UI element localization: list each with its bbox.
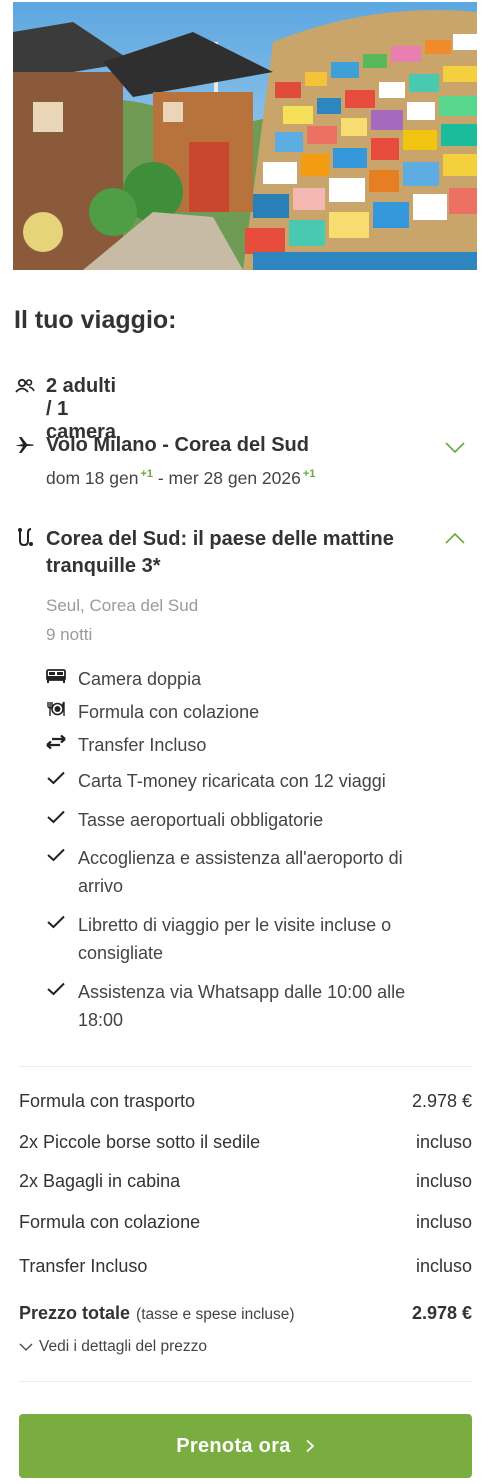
trip-heading: Il tuo viaggio: [14, 306, 177, 334]
price-value: incluso [415, 1132, 472, 1152]
inclusion-label: Tasse aeroportuali obbligatorie [78, 810, 324, 830]
price-details-label: Vedi i dettagli del prezzo [39, 1338, 208, 1355]
price-label: Formula con colazione [19, 1212, 201, 1232]
price-value: incluso [415, 1212, 472, 1232]
total-label: Prezzo totale [19, 1303, 131, 1323]
price-label: 2x Bagagli in cabina [19, 1171, 181, 1191]
depart-date: dom 18 gen [46, 468, 139, 488]
inclusion-label: Assistenza via Whatsapp dalle 10:00 alle… [78, 982, 406, 1030]
price-value: incluso [415, 1171, 472, 1191]
price-value: incluso [415, 1256, 472, 1276]
check-icon [46, 846, 66, 864]
chevron-down-icon[interactable] [444, 436, 466, 458]
check-icon [46, 980, 66, 998]
transfer-icon [46, 733, 66, 751]
hero-korea-village-image [13, 2, 477, 270]
meal-icon [46, 700, 66, 718]
check-icon [46, 913, 66, 931]
price-label: Transfer Incluso [19, 1256, 148, 1276]
divider [19, 1066, 472, 1067]
depart-plus-day: +1 [140, 468, 153, 481]
price-row: 2x Piccole borse sotto il sedile incluso [19, 1132, 472, 1153]
total-label-group: Prezzo totale (tasse e spese incluse) [19, 1303, 295, 1324]
price-details-link[interactable]: Vedi i dettagli del prezzo [19, 1338, 207, 1356]
total-price-row: Prezzo totale (tasse e spese incluse) 2.9… [19, 1303, 472, 1324]
chevron-down-icon [19, 1343, 33, 1351]
inclusion-label: Libretto di viaggio per le visite inclus… [78, 915, 392, 963]
price-label: Formula con trasporto [19, 1091, 196, 1111]
inclusion-label: Formula con colazione [78, 702, 260, 722]
book-now-label: Prenota ora [176, 1434, 291, 1457]
return-plus-day: +1 [302, 468, 316, 481]
inclusion-label: Carta T-money ricaricata con 12 viaggi [78, 771, 386, 791]
flight-dates: dom 18 gen +1 - mer 28 gen 2026 +1 [46, 468, 315, 489]
book-now-button[interactable]: Prenota ora [19, 1414, 472, 1478]
hero-image [13, 2, 477, 270]
inclusion-label: Accoglienza e assistenza all'aeroporto d… [78, 848, 403, 896]
return-date: - mer 28 gen 2026 [157, 468, 301, 488]
divider [19, 1381, 472, 1382]
price-row: Formula con trasporto 2.978 € [19, 1091, 472, 1112]
price-row: 2x Bagagli in cabina incluso [19, 1171, 472, 1192]
bed-icon [46, 667, 66, 685]
chevron-right-icon [306, 1439, 315, 1453]
hotel-location: Seul, Corea del Sud [46, 596, 199, 615]
inclusion-label: Transfer Incluso [78, 735, 207, 755]
price-label: 2x Piccole borse sotto il sedile [19, 1132, 261, 1152]
route-icon [14, 526, 36, 548]
check-icon [46, 808, 66, 826]
plane-icon [14, 434, 36, 456]
price-value: 2.978 € [411, 1091, 472, 1111]
people-icon [14, 375, 36, 397]
hotel-title: Corea del Sud: il paese delle mattine tr… [46, 528, 394, 577]
price-row: Transfer Incluso incluso [19, 1256, 472, 1277]
total-note: (tasse e spese incluse) [136, 1306, 295, 1323]
flight-title: Volo Milano - Corea del Sud [46, 434, 309, 456]
inclusion-label: Camera doppia [78, 669, 202, 689]
price-row: Formula con colazione incluso [19, 1212, 472, 1233]
total-amount: 2.978 € [411, 1303, 472, 1323]
chevron-up-icon[interactable] [444, 528, 466, 550]
check-icon [46, 769, 66, 787]
hotel-nights: 9 notti [46, 625, 93, 644]
